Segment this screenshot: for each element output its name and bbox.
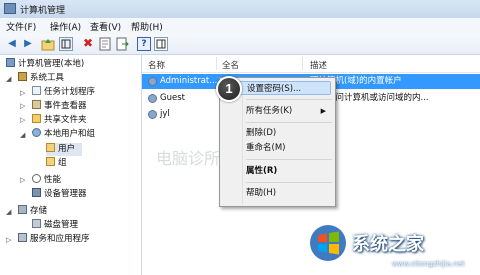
clock-icon bbox=[32, 86, 41, 95]
brand-url: www.xitongzhijia.net bbox=[392, 260, 465, 268]
tree-services-apps[interactable]: 服务和应用程序 bbox=[18, 233, 90, 246]
expand-arrow-icon[interactable]: ▷ bbox=[20, 89, 25, 97]
delete-icon[interactable]: ✖ bbox=[81, 37, 95, 51]
performance-icon bbox=[32, 174, 41, 183]
step-number-badge: 1 bbox=[216, 76, 242, 102]
window-title: 计算机管理 bbox=[20, 6, 66, 16]
help-icon[interactable]: ? bbox=[137, 37, 151, 51]
column-divider[interactable] bbox=[216, 57, 217, 70]
expand-arrow-icon[interactable]: ▷ bbox=[6, 236, 11, 244]
collapse-arrow-icon[interactable]: ◢ bbox=[6, 208, 11, 216]
user-icon bbox=[148, 77, 157, 86]
collapse-arrow-icon[interactable]: ◢ bbox=[6, 75, 11, 83]
tree-performance[interactable]: 性能 bbox=[32, 174, 61, 187]
expand-arrow-icon[interactable]: ▷ bbox=[20, 102, 25, 110]
back-icon[interactable]: ◀ bbox=[5, 37, 19, 51]
tree-local-users-groups[interactable]: 本地用户和组 bbox=[32, 128, 95, 141]
menu-separator bbox=[246, 182, 332, 183]
tree-disk-management[interactable]: 磁盘管理 bbox=[32, 219, 78, 232]
tree-users[interactable]: 用户 bbox=[46, 143, 82, 156]
tree-system-tools[interactable]: 系统工具 bbox=[18, 72, 64, 85]
menu-bar: 文件(F) 操作(A) 查看(V) 帮助(H) bbox=[0, 18, 480, 35]
menu-gutter bbox=[242, 80, 243, 204]
shared-folder-icon bbox=[32, 114, 41, 123]
column-fullname[interactable]: 全名 bbox=[222, 59, 239, 71]
properties-icon[interactable] bbox=[98, 37, 112, 51]
list-header: 名称 全名 描述 bbox=[142, 55, 480, 73]
watermark-text: 电脑诊所 bbox=[156, 149, 221, 168]
column-divider[interactable] bbox=[302, 57, 303, 70]
brand-name: 系统之家 bbox=[352, 234, 424, 255]
menu-item-delete[interactable]: 删除(D) bbox=[246, 126, 276, 140]
menu-item-help[interactable]: 帮助(H) bbox=[246, 186, 276, 200]
menu-help[interactable]: 帮助(H) bbox=[131, 20, 163, 33]
collapse-arrow-icon[interactable]: ◢ bbox=[20, 131, 25, 139]
computer-management-window: 计算机管理 文件(F) 操作(A) 查看(V) 帮助(H) ◀ ▶ ✖ ? 计算… bbox=[0, 0, 480, 275]
tree-root[interactable]: 计算机管理(本地) bbox=[6, 58, 84, 71]
console-tree-icon[interactable] bbox=[59, 37, 73, 51]
menu-view[interactable]: 查看(V) bbox=[90, 20, 121, 33]
console-tree: 计算机管理(本地) ◢ 系统工具 ▷ 任务计划程序 ▷ 事件查看器 ▷ 共享文件… bbox=[0, 55, 142, 275]
tree-groups[interactable]: 组 bbox=[46, 157, 67, 170]
tools-icon bbox=[18, 72, 27, 81]
export-icon[interactable] bbox=[115, 37, 129, 51]
menu-file[interactable]: 文件(F) bbox=[6, 20, 36, 33]
services-icon bbox=[18, 233, 27, 242]
tree-task-scheduler[interactable]: 任务计划程序 bbox=[32, 86, 95, 99]
column-description[interactable]: 描述 bbox=[310, 59, 327, 71]
device-manager-icon bbox=[32, 188, 41, 197]
folder-icon bbox=[46, 157, 55, 166]
users-icon bbox=[32, 128, 41, 137]
forward-icon[interactable]: ▶ bbox=[21, 37, 35, 51]
user-icon bbox=[148, 110, 157, 119]
expand-arrow-icon[interactable]: ▷ bbox=[20, 176, 25, 184]
column-name[interactable]: 名称 bbox=[148, 59, 165, 71]
menu-item-rename[interactable]: 重命名(M) bbox=[246, 141, 285, 155]
expand-arrow-icon[interactable]: ▷ bbox=[20, 116, 25, 124]
tree-storage[interactable]: 存储 bbox=[18, 205, 47, 218]
event-log-icon bbox=[32, 100, 41, 109]
computer-management-icon bbox=[4, 3, 16, 14]
disk-icon bbox=[32, 219, 41, 228]
user-icon bbox=[148, 94, 157, 103]
tree-device-manager[interactable]: 设备管理器 bbox=[32, 188, 87, 201]
menu-item-all-tasks[interactable]: 所有任务(K) ▶ bbox=[246, 104, 332, 118]
menu-separator bbox=[246, 99, 332, 100]
tree-shared-folders[interactable]: 共享文件夹 bbox=[32, 114, 87, 127]
menu-action[interactable]: 操作(A) bbox=[50, 20, 81, 33]
computer-management-icon bbox=[6, 58, 15, 67]
storage-icon bbox=[18, 205, 27, 214]
brand-watermark: 系统之家 www.xitongzhijia.net bbox=[300, 220, 480, 275]
title-bar: 计算机管理 bbox=[0, 0, 480, 19]
tree-event-viewer[interactable]: 事件查看器 bbox=[32, 100, 87, 113]
menu-separator bbox=[246, 159, 332, 160]
up-icon[interactable] bbox=[41, 37, 55, 51]
submenu-arrow-icon: ▶ bbox=[320, 107, 326, 115]
menu-separator bbox=[246, 122, 332, 123]
windows-logo-icon bbox=[310, 225, 346, 261]
toolbar: ◀ ▶ ✖ ? bbox=[0, 34, 480, 55]
show-pane-icon[interactable] bbox=[154, 37, 168, 51]
folder-icon bbox=[46, 143, 55, 152]
menu-item-properties[interactable]: 属性(R) bbox=[246, 164, 277, 178]
